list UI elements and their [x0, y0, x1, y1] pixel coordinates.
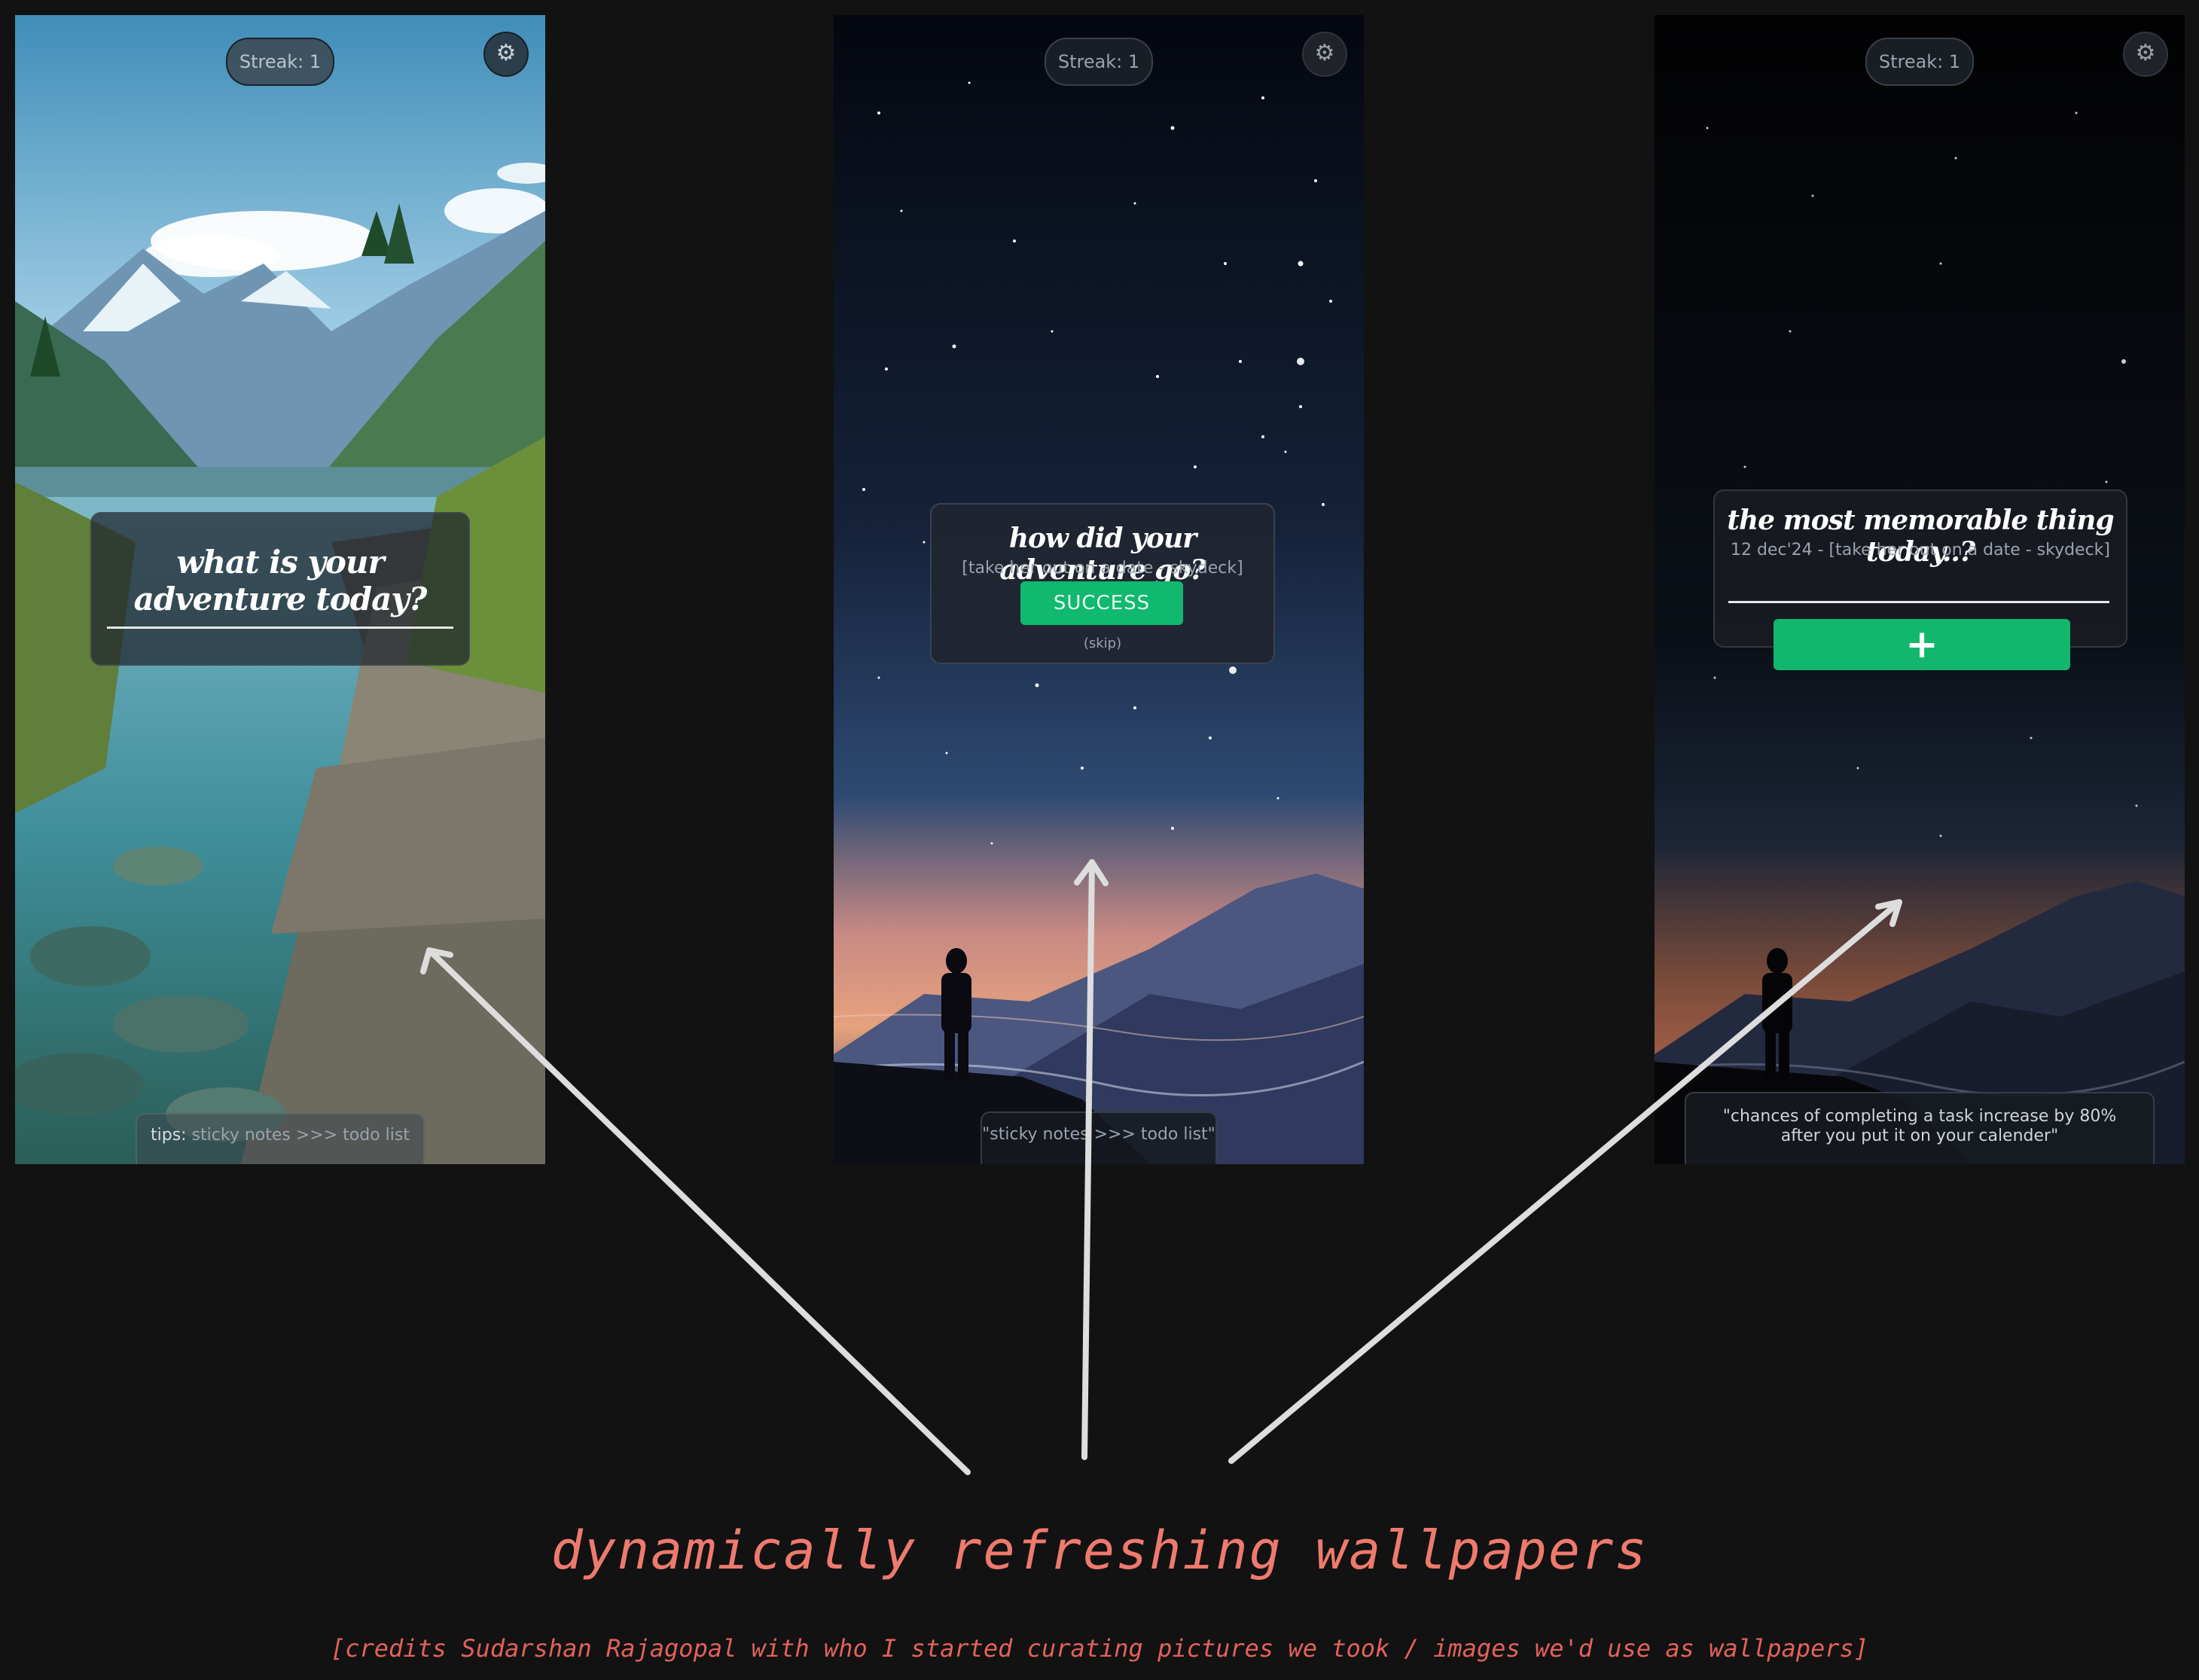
- tip-panel: tips: sticky notes >>> todo list: [136, 1113, 425, 1164]
- adventure-review-card: how did your adventure go? [take her out…: [930, 503, 1275, 664]
- quote-panel: "chances of completing a task increase b…: [1685, 1092, 2155, 1164]
- phone-screen-dark-night: Streak: 1 ⚙ the most memorable thing tod…: [1655, 15, 2185, 1164]
- phone-screen-starry: Streak: 1 ⚙ how did your adventure go? […: [834, 15, 1364, 1164]
- tip-text: sticky notes >>> todo list: [191, 1126, 410, 1145]
- success-button[interactable]: SUCCESS: [1020, 581, 1183, 625]
- adventure-prompt-card: what is your adventure today?: [90, 512, 470, 666]
- quote-line-2: after you put it on your calender": [1780, 1127, 2059, 1145]
- quote-line-1: "chances of completing a task increase b…: [1722, 1107, 2117, 1126]
- credits-text: [credits Sudarshan Rajagopal with who I …: [330, 1634, 1869, 1663]
- gear-icon[interactable]: ⚙: [2123, 32, 2168, 77]
- task-subtitle: [take her out on a date - skydeck]: [962, 559, 1243, 578]
- gear-icon[interactable]: ⚙: [1302, 32, 1347, 77]
- prompt-input-line[interactable]: [107, 627, 453, 629]
- phone-screen-mountain: Streak: 1 ⚙ what is your adventure today…: [15, 15, 545, 1164]
- caption-title: dynamically refreshing wallpapers: [551, 1520, 1648, 1581]
- tip-text: "sticky notes >>> todo list": [982, 1125, 1215, 1144]
- streak-badge: Streak: 1: [226, 38, 334, 86]
- memory-input-line[interactable]: [1728, 601, 2109, 603]
- memorable-thing-card: the most memorable thing today..? 12 dec…: [1713, 489, 2127, 670]
- add-button[interactable]: +: [1774, 619, 2070, 670]
- tip-panel: "sticky notes >>> todo list": [981, 1111, 1217, 1164]
- skip-link[interactable]: (skip): [932, 636, 1273, 651]
- prompt-title: what is your adventure today?: [133, 544, 428, 617]
- streak-badge: Streak: 1: [1045, 38, 1153, 86]
- tip-prefix: tips:: [151, 1126, 187, 1145]
- gear-icon[interactable]: ⚙: [483, 32, 529, 77]
- streak-badge: Streak: 1: [1865, 38, 1974, 86]
- date-subtitle: 12 dec'24 - [take her out on a date - sk…: [1730, 541, 2111, 559]
